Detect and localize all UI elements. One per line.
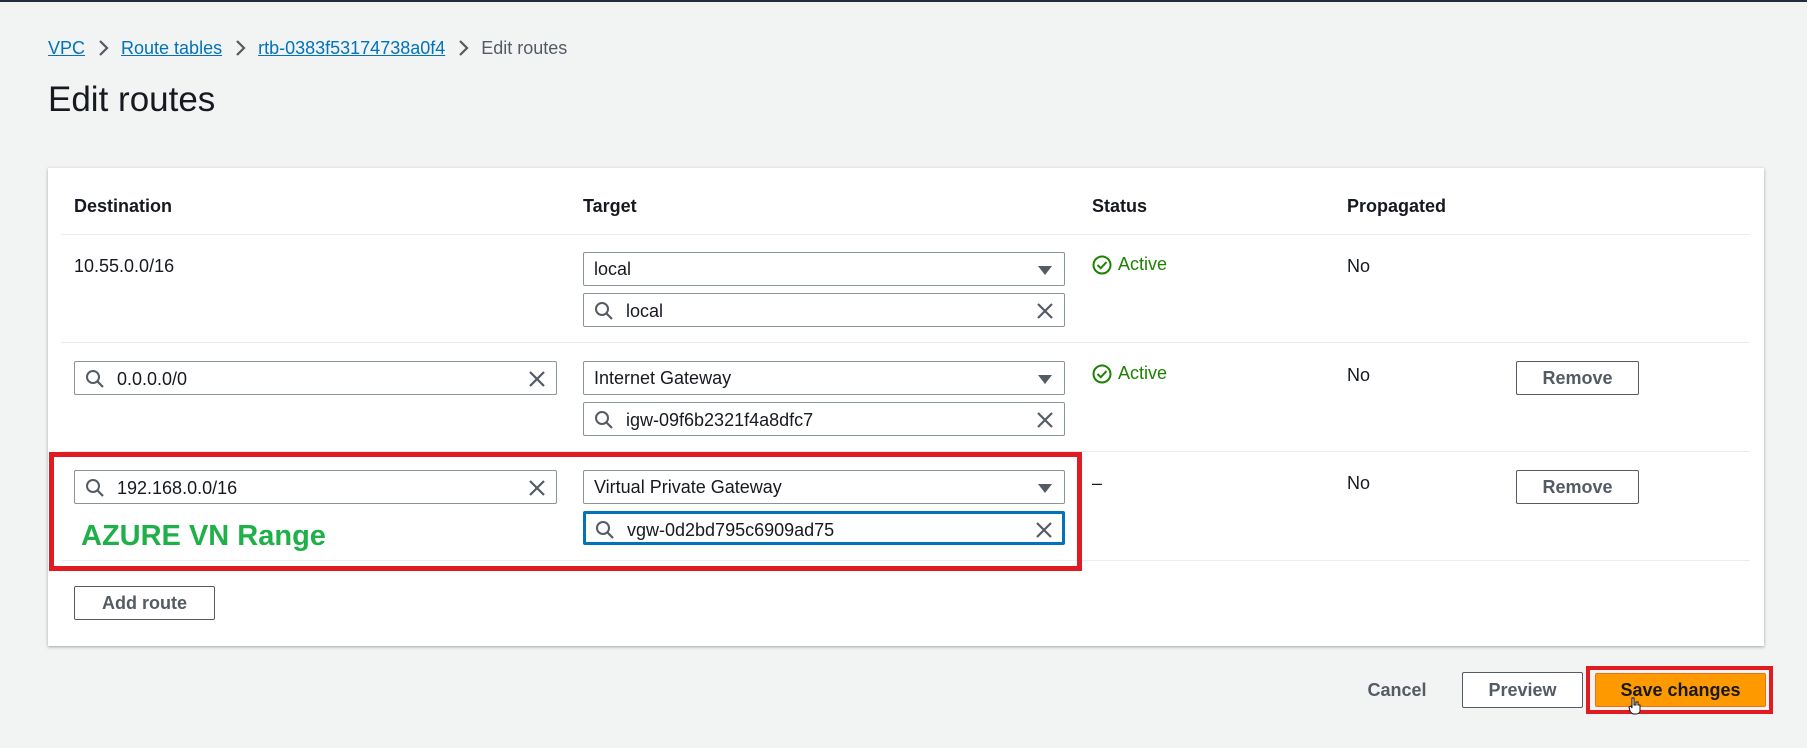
check-circle-icon [1092,255,1112,274]
breadcrumb: VPC Route tables rtb-0383f53174738a0f4 E… [48,36,567,60]
search-icon [595,302,613,320]
status-text: Active [1118,363,1168,383]
search-icon [595,411,613,429]
chevron-right-icon [222,39,258,57]
status-badge: Active [1092,363,1167,384]
breadcrumb-route-table-id-link[interactable]: rtb-0383f53174738a0f4 [258,38,445,59]
add-route-button[interactable]: Add route [74,586,215,620]
target-search-input[interactable]: local [583,293,1065,327]
column-header-target: Target [583,196,637,216]
target-type-select[interactable]: local [583,252,1065,286]
header-divider [61,234,1750,235]
target-search-value: local [626,301,664,321]
column-header-propagated: Propagated [1347,196,1447,216]
target-type-value: Internet Gateway [594,367,732,388]
target-type-value: Virtual Private Gateway [594,476,782,497]
destination-text: 10.55.0.0/16 [74,256,175,276]
row-divider [61,342,1750,343]
row-divider [61,560,1750,561]
close-icon[interactable] [1035,301,1055,321]
cancel-button[interactable]: Cancel [1350,672,1444,708]
destination-input[interactable]: 0.0.0.0/0 [74,361,557,395]
search-icon [86,479,104,497]
breadcrumb-route-tables-link[interactable]: Route tables [121,38,222,59]
destination-value: 0.0.0.0/0 [117,369,188,389]
remove-route-button[interactable]: Remove [1516,361,1639,395]
annotation-label: AZURE VN Range [81,520,326,552]
propagated-text: No [1347,365,1371,385]
column-header-destination: Destination [74,196,173,216]
target-type-select[interactable]: Internet Gateway [583,361,1065,395]
target-search-value: vgw-0d2bd795c6909ad75 [627,520,835,540]
status-text: Active [1118,254,1168,274]
breadcrumb-current: Edit routes [481,37,568,58]
close-icon[interactable] [1035,410,1055,430]
target-search-input[interactable]: vgw-0d2bd795c6909ad75 [583,511,1065,545]
target-search-input[interactable]: igw-09f6b2321f4a8dfc7 [583,402,1065,436]
chevron-right-icon [85,39,121,57]
close-icon[interactable] [1034,520,1054,540]
status-text: – [1092,473,1103,493]
destination-input[interactable]: 192.168.0.0/16 [74,470,557,504]
remove-route-button[interactable]: Remove [1516,470,1639,504]
propagated-text: No [1347,473,1371,493]
chevron-right-icon [445,39,481,57]
close-icon[interactable] [527,478,547,498]
caret-down-icon [1038,484,1052,493]
close-icon[interactable] [527,369,547,389]
preview-button[interactable]: Preview [1462,672,1583,708]
target-type-value: local [594,258,632,279]
caret-down-icon [1038,375,1052,384]
routes-panel: Destination Target Status Propagated 10.… [48,168,1764,646]
column-header-status: Status [1092,196,1148,216]
page-title: Edit routes [48,80,216,119]
top-border [0,0,1807,2]
search-icon [86,370,104,388]
hand-cursor-icon [1628,697,1641,715]
breadcrumb-vpc-link[interactable]: VPC [48,38,85,59]
target-type-select[interactable]: Virtual Private Gateway [583,470,1065,504]
check-circle-icon [1092,364,1112,383]
status-badge: Active [1092,254,1167,275]
row-divider [61,451,1750,452]
target-search-value: igw-09f6b2321f4a8dfc7 [626,410,814,430]
search-icon [596,521,614,539]
caret-down-icon [1038,266,1052,275]
save-changes-button[interactable]: Save changes [1595,673,1766,707]
destination-value: 192.168.0.0/16 [117,478,238,498]
propagated-text: No [1347,256,1371,276]
